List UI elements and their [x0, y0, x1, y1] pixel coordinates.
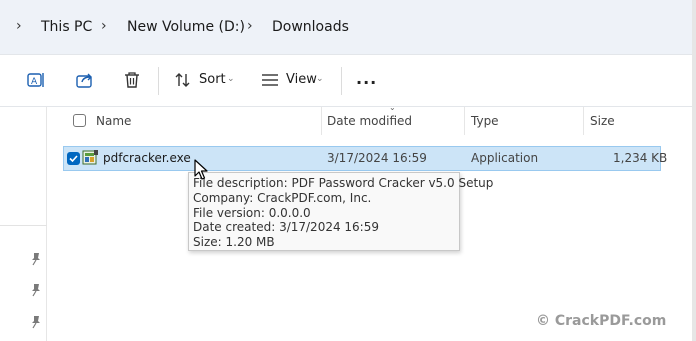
breadcrumb-item-this-pc[interactable]: This PC — [41, 19, 92, 35]
column-header-date-modified[interactable]: Date modified — [327, 114, 412, 128]
file-explorer-window: › This PC › New Volume (D:) › Downloads … — [0, 0, 696, 341]
chevron-right-icon[interactable]: › — [247, 18, 253, 34]
tooltip-size: Size: 1.20 MB — [193, 235, 275, 250]
pin-icon[interactable] — [30, 283, 42, 297]
file-type: Application — [471, 151, 539, 165]
view-button[interactable]: View — [286, 72, 317, 87]
file-size: 1,234 KB — [613, 151, 668, 165]
sort-icon[interactable] — [173, 70, 193, 90]
file-date-modified: 3/17/2024 16:59 — [327, 151, 427, 165]
breadcrumb: › This PC › New Volume (D:) › Downloads — [0, 0, 692, 55]
file-name[interactable]: pdfcracker.exe — [103, 151, 191, 165]
column-separator[interactable] — [464, 107, 465, 135]
trash-icon[interactable] — [122, 70, 142, 90]
column-header-type[interactable]: Type — [471, 114, 499, 128]
pin-icon[interactable] — [30, 252, 42, 266]
pin-icon[interactable] — [30, 315, 42, 329]
rename-icon[interactable]: A — [26, 70, 46, 90]
chevron-right-icon[interactable]: › — [16, 18, 22, 34]
column-header: Name Date modified Type Size — [47, 107, 692, 135]
breadcrumb-item-downloads[interactable]: Downloads — [272, 19, 349, 35]
view-icon[interactable] — [260, 70, 280, 90]
tooltip-file-description: File description: PDF Password Cracker v… — [193, 176, 494, 190]
breadcrumb-item-drive[interactable]: New Volume (D:) — [127, 19, 245, 35]
check-icon — [69, 155, 78, 163]
mouse-cursor-icon — [194, 159, 208, 180]
sort-button[interactable]: Sort — [199, 72, 226, 87]
svg-text:A: A — [31, 77, 38, 87]
tooltip-file-version: File version: 0.0.0.0 — [193, 205, 311, 220]
chevron-down-icon[interactable]: ⌄ — [316, 74, 324, 84]
tooltip-company: Company: CrackPDF.com, Inc. — [193, 190, 372, 205]
share-icon[interactable] — [75, 70, 95, 90]
chevron-right-icon[interactable]: › — [101, 18, 107, 34]
nav-divider — [0, 225, 47, 226]
scrollbar[interactable] — [692, 0, 696, 341]
navigation-pane — [0, 107, 47, 341]
row-checkbox[interactable] — [67, 152, 80, 165]
installer-file-icon — [82, 150, 98, 165]
column-header-size[interactable]: Size — [590, 114, 615, 128]
column-separator[interactable] — [583, 107, 584, 135]
toolbar-divider — [158, 67, 159, 95]
column-separator[interactable] — [321, 107, 322, 135]
chevron-down-icon[interactable]: ⌄ — [227, 74, 235, 84]
watermark: © CrackPDF.com — [536, 313, 667, 329]
tooltip-date-created: Date created: 3/17/2024 16:59 — [193, 220, 379, 235]
command-bar: A Sort ⌄ View ⌄ ... — [0, 55, 692, 107]
column-header-name[interactable]: Name — [96, 114, 131, 128]
toolbar-divider — [341, 67, 342, 95]
more-options-button[interactable]: ... — [356, 69, 377, 88]
file-info-tooltip: File description: PDF Password Cracker v… — [188, 172, 494, 251]
